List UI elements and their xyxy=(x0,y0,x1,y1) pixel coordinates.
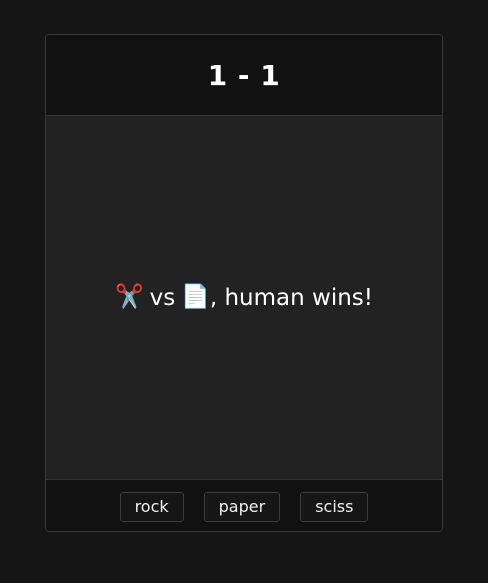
vs-label: vs xyxy=(149,284,176,311)
scoreboard: 1 - 1 xyxy=(46,35,442,116)
rock-button[interactable]: rock xyxy=(119,491,184,522)
score-display: 1 - 1 xyxy=(207,58,281,92)
game-panel: 1 - 1 ✂️ vs 📄, human wins! rock paper sc… xyxy=(45,34,443,532)
result-message: ✂️ vs 📄, human wins! xyxy=(115,285,373,311)
scissors-button[interactable]: sciss xyxy=(300,491,369,522)
scissors-icon: ✂️ xyxy=(114,284,144,310)
paper-icon: 📄 xyxy=(181,284,210,310)
result-area: ✂️ vs 📄, human wins! xyxy=(46,116,442,479)
paper-button[interactable]: paper xyxy=(203,491,281,522)
choice-controls: rock paper sciss xyxy=(46,479,442,531)
outcome-text: , human wins! xyxy=(209,284,374,311)
